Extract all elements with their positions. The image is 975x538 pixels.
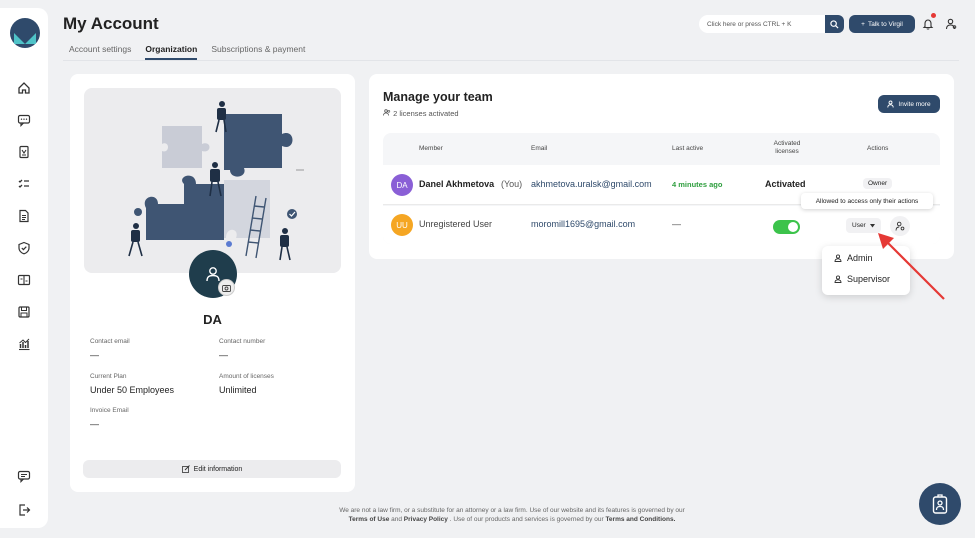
users-icon <box>383 109 391 116</box>
you-tag: (You) <box>501 179 523 189</box>
virgil-assistant-button[interactable] <box>919 483 961 525</box>
organization-profile-card: DA Contact email — Contact number — Curr… <box>70 74 355 492</box>
avatar: DA <box>391 174 413 196</box>
member-name: Unregistered User <box>419 219 493 229</box>
shield-icon[interactable] <box>14 238 34 258</box>
privacy-policy-link[interactable]: Privacy Policy <box>404 516 448 523</box>
page-title: My Account <box>63 14 159 33</box>
user-icon <box>834 275 842 283</box>
add-user-icon <box>887 100 895 108</box>
notification-bell-icon[interactable] <box>922 17 934 35</box>
licenses-amount-value: Unlimited <box>219 385 257 395</box>
logout-icon[interactable] <box>14 500 34 520</box>
contact-email-label: Contact email <box>90 338 130 345</box>
camera-icon[interactable] <box>218 279 235 296</box>
member-email: akhmetova.uralsk@gmail.com <box>531 179 652 189</box>
sidebar <box>0 8 48 528</box>
invite-more-button[interactable]: Invite more <box>878 95 940 113</box>
user-icon <box>834 254 842 262</box>
user-icon <box>206 267 220 282</box>
tabs-divider <box>63 60 959 61</box>
column-activated-licenses: Activated licenses <box>773 140 801 155</box>
column-member: Member <box>419 145 443 152</box>
footer-line-2: . Use of our products and services is go… <box>449 516 604 523</box>
invoice-email-label: Invoice Email <box>90 407 129 414</box>
licenses-amount-label: Amount of licenses <box>219 373 274 380</box>
chat-icon[interactable] <box>14 110 34 130</box>
file-icon[interactable] <box>14 206 34 226</box>
current-plan-label: Current Plan <box>90 373 127 380</box>
manage-team-title: Manage your team <box>383 90 493 104</box>
edit-information-button[interactable]: Edit information <box>83 460 341 478</box>
terms-of-use-link[interactable]: Terms of Use <box>349 516 390 523</box>
contact-number-value: — <box>219 350 228 360</box>
contact-number-label: Contact number <box>219 338 266 345</box>
role-value: User <box>852 222 866 229</box>
last-active: 4 minutes ago <box>672 180 723 189</box>
column-email: Email <box>531 145 548 152</box>
member-name: Danel Akhmetova <box>419 179 495 189</box>
team-table: Member Email Last active Activated licen… <box>383 133 940 244</box>
id-badge-icon <box>932 494 948 514</box>
talk-to-virgil-button[interactable]: + Talk to Virgil <box>849 15 915 33</box>
annotation-arrow <box>878 233 945 300</box>
checklist-icon[interactable] <box>14 174 34 194</box>
team-puzzle-illustration <box>84 88 341 273</box>
activation-status: Activated <box>765 179 806 189</box>
tab-organization[interactable]: Organization <box>145 44 198 60</box>
invoice-email-value: — <box>90 419 99 429</box>
tab-subscriptions[interactable]: Subscriptions & payment <box>211 44 305 60</box>
compare-icon[interactable] <box>14 270 34 290</box>
notification-dot <box>931 13 936 18</box>
feedback-icon[interactable] <box>14 466 34 486</box>
document-scan-icon[interactable] <box>14 142 34 162</box>
role-option-admin[interactable]: Admin <box>834 253 873 263</box>
invite-more-label: Invite more <box>898 100 931 108</box>
avatar: UU <box>391 214 413 236</box>
account-tabs: Account settings Organization Subscripti… <box>69 44 305 60</box>
licenses-activated-text: 2 licenses activated <box>393 109 459 118</box>
terms-and-conditions-link[interactable]: Terms and Conditions. <box>605 516 675 523</box>
license-toggle[interactable] <box>773 220 800 234</box>
role-option-admin-label: Admin <box>847 253 873 263</box>
save-icon[interactable] <box>14 302 34 322</box>
tab-account-settings[interactable]: Account settings <box>69 44 131 60</box>
home-icon[interactable] <box>14 78 34 98</box>
analytics-icon[interactable] <box>14 334 34 354</box>
search-input[interactable]: Click here or press CTRL + K <box>699 15 844 33</box>
contact-email-value: — <box>90 350 99 360</box>
column-last-active: Last active <box>672 145 704 152</box>
footer-line-1: We are not a law firm, or a substitute f… <box>339 507 685 514</box>
talk-to-virgil-label: Talk to Virgil <box>867 20 903 28</box>
owner-badge: Owner <box>863 178 893 189</box>
column-actions: Actions <box>867 145 889 152</box>
search-button[interactable] <box>825 15 844 33</box>
current-plan-value: Under 50 Employees <box>90 385 175 395</box>
footer-and: and <box>391 516 402 523</box>
app-logo[interactable] <box>10 18 40 48</box>
member-email: moromill1695@gmail.com <box>531 219 636 229</box>
legal-footer: We are not a law firm, or a substitute f… <box>282 506 742 524</box>
manage-team-card: Manage your team 2 licenses activated In… <box>369 74 954 259</box>
table-row: UU Unregistered User moromill1695@gmail.… <box>383 206 940 244</box>
role-tooltip: Allowed to access only their actions <box>801 193 933 209</box>
edit-icon <box>181 465 190 473</box>
edit-information-label: Edit information <box>193 465 243 473</box>
organization-initials: DA <box>203 312 222 327</box>
last-active: — <box>672 219 681 229</box>
user-settings-icon[interactable] <box>945 17 957 35</box>
search-icon <box>830 19 839 29</box>
search-placeholder: Click here or press CTRL + K <box>707 20 792 28</box>
licenses-activated: 2 licenses activated <box>383 109 459 118</box>
plus-icon: + <box>861 20 865 28</box>
